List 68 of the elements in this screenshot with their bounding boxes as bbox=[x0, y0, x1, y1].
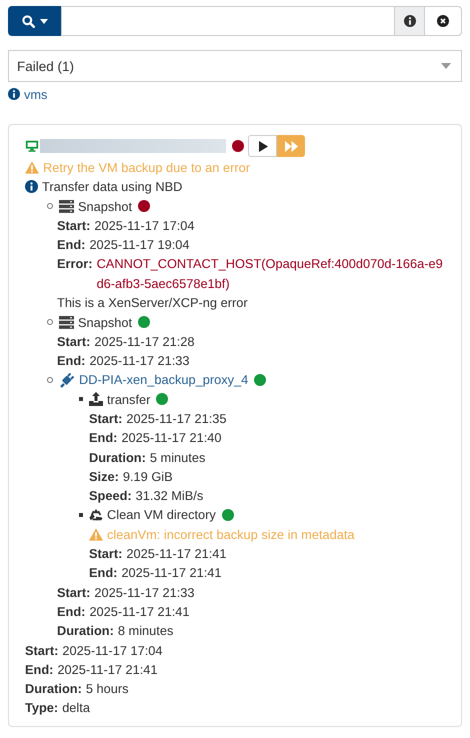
info-icon bbox=[8, 88, 20, 100]
field-label: End: bbox=[89, 565, 118, 580]
field-label: End: bbox=[25, 662, 54, 677]
field-value: 5 hours bbox=[86, 681, 129, 696]
vms-link[interactable]: vms bbox=[24, 86, 48, 102]
field-value: 2025-11-17 21:41 bbox=[121, 565, 222, 580]
field-label: End: bbox=[57, 237, 86, 252]
caret-icon bbox=[40, 18, 48, 24]
field-label: Start: bbox=[57, 584, 90, 600]
bullet-icon bbox=[47, 203, 53, 210]
field-label: Duration: bbox=[57, 623, 114, 638]
task-name: Snapshot bbox=[78, 198, 132, 214]
fast-forward-icon bbox=[284, 140, 298, 152]
search-menu-button[interactable] bbox=[8, 6, 61, 36]
monitor-icon bbox=[25, 139, 39, 153]
field-value: delta bbox=[62, 700, 90, 716]
field-value: 2025-11-17 19:04 bbox=[89, 237, 190, 252]
bullet-icon bbox=[47, 376, 53, 383]
field-label: End: bbox=[57, 353, 86, 368]
field-label: Start: bbox=[89, 546, 122, 562]
task-name-link[interactable]: DD-PIA-xen_backup_proxy_4 bbox=[79, 372, 248, 388]
field-value: 2025-11-17 21:33 bbox=[89, 353, 190, 368]
info-icon bbox=[404, 15, 416, 27]
field-value: 5 minutes bbox=[150, 450, 206, 465]
search-field[interactable] bbox=[61, 6, 394, 36]
task-name: Snapshot bbox=[78, 314, 132, 330]
field-label: Speed: bbox=[89, 488, 132, 504]
field-label: Duration: bbox=[25, 681, 82, 696]
field-value: 2025-11-17 17:04 bbox=[62, 642, 163, 658]
notice-text: Transfer data using NBD bbox=[42, 179, 182, 194]
bullet-icon bbox=[47, 319, 53, 326]
field-value: 8 minutes bbox=[118, 623, 174, 638]
restart-button[interactable] bbox=[248, 135, 277, 157]
caret-icon bbox=[441, 63, 451, 69]
field-label: Size: bbox=[89, 468, 119, 484]
field-label: End: bbox=[57, 604, 86, 619]
field-value: 2025-11-17 21:40 bbox=[121, 430, 222, 446]
field-label: Start: bbox=[25, 642, 58, 658]
play-icon bbox=[258, 140, 268, 152]
status-dropdown[interactable]: Failed (1) bbox=[8, 50, 462, 82]
field-label: End: bbox=[89, 430, 118, 446]
field-label: Start: bbox=[57, 218, 90, 234]
task-name: Clean VM directory bbox=[107, 507, 216, 522]
field-value: 31.32 MiB/s bbox=[136, 488, 204, 504]
warning-text: cleanVm: incorrect backup size in metadata bbox=[107, 526, 355, 542]
close-icon bbox=[437, 15, 449, 27]
field-label: Type: bbox=[25, 700, 58, 716]
notice-text: Retry the VM backup due to an error bbox=[43, 160, 250, 176]
field-value: 2025-11-17 21:41 bbox=[89, 604, 190, 619]
field-value: 2025-11-17 21:35 bbox=[126, 411, 227, 426]
field-label: Start: bbox=[89, 411, 122, 426]
field-value: 2025-11-17 21:41 bbox=[57, 662, 158, 677]
info-button[interactable] bbox=[394, 6, 424, 36]
search-icon bbox=[22, 14, 34, 28]
field-value: 2025-11-17 21:41 bbox=[126, 546, 227, 562]
field-value: 2025-11-17 21:33 bbox=[94, 584, 195, 600]
field-value: 2025-11-17 21:28 bbox=[94, 334, 195, 349]
field-label: Error: bbox=[57, 255, 93, 274]
field-label: Duration: bbox=[89, 450, 146, 465]
bullet-icon bbox=[79, 512, 83, 517]
field-label: Start: bbox=[57, 334, 90, 349]
note-text: This is a XenServer/XCP-ng error bbox=[57, 295, 248, 310]
field-value: CANNOT_CONTACT_HOST(OpaqueRef:400d070d-166a-e9d6-afb3-5aec6578e1bf) bbox=[96, 255, 444, 293]
clear-button[interactable] bbox=[424, 6, 462, 36]
task-name: transfer bbox=[107, 392, 150, 407]
field-value: 9.19 GiB bbox=[122, 468, 173, 484]
bullet-icon bbox=[79, 397, 83, 402]
field-value: 2025-11-17 17:04 bbox=[94, 218, 195, 234]
